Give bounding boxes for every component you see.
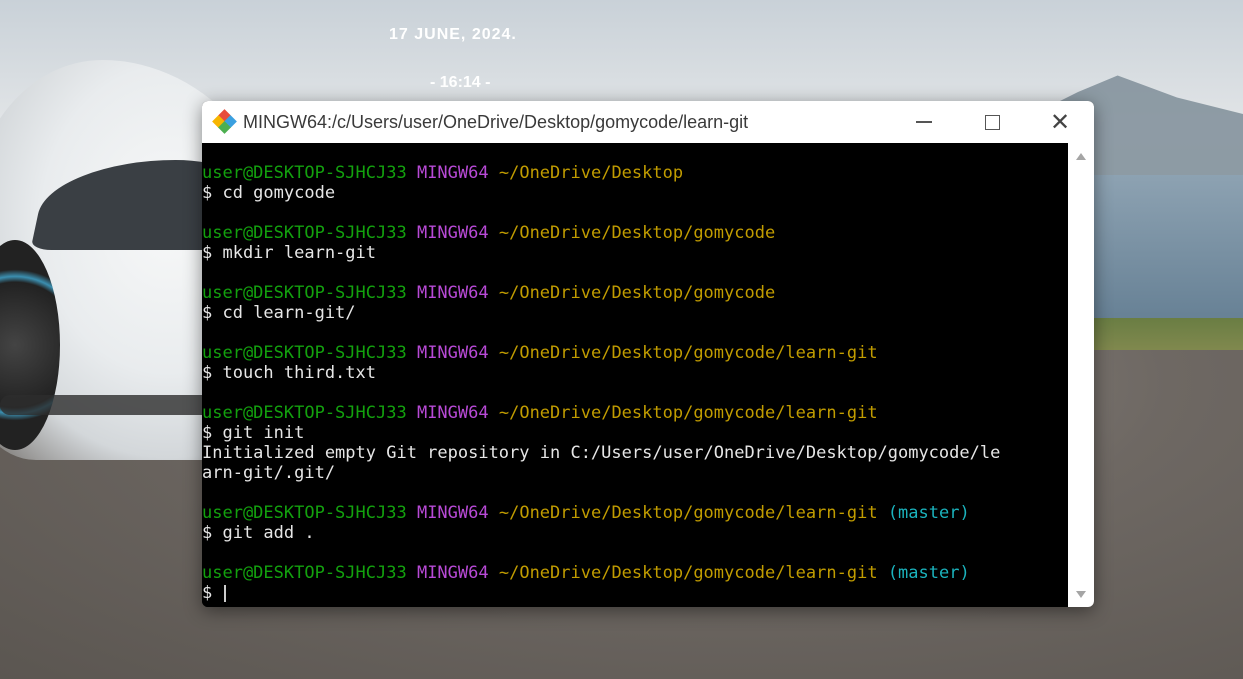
text-cursor bbox=[224, 584, 227, 602]
window-title: MINGW64:/c/Users/user/OneDrive/Desktop/g… bbox=[243, 111, 749, 132]
prompt-path: ~/OneDrive/Desktop/gomycode/learn-git bbox=[498, 563, 878, 583]
maximize-button[interactable] bbox=[958, 101, 1026, 143]
prompt-line: user@DESKTOP-SJHCJ33 MINGW64 ~/OneDrive/… bbox=[202, 503, 1068, 523]
command-text: $ mkdir learn-git bbox=[202, 243, 376, 263]
prompt-path: ~/OneDrive/Desktop/gomycode bbox=[498, 223, 776, 243]
prompt-line: user@DESKTOP-SJHCJ33 MINGW64 ~/OneDrive/… bbox=[202, 343, 1068, 363]
terminal-output[interactable]: user@DESKTOP-SJHCJ33 MINGW64 ~/OneDrive/… bbox=[202, 143, 1068, 607]
prompt-path: ~/OneDrive/Desktop/gomycode bbox=[498, 283, 776, 303]
command-line: $ git init bbox=[202, 423, 1068, 443]
command-line: $ git add . bbox=[202, 523, 1068, 543]
prompt-line: user@DESKTOP-SJHCJ33 MINGW64 ~/OneDrive/… bbox=[202, 403, 1068, 423]
command-text: $ bbox=[202, 583, 223, 603]
prompt-line: user@DESKTOP-SJHCJ33 MINGW64 ~/OneDrive/… bbox=[202, 563, 1068, 583]
prompt-shell: MINGW64 bbox=[416, 343, 489, 363]
prompt-path: ~/OneDrive/Desktop bbox=[498, 163, 684, 183]
prompt-user: user@DESKTOP-SJHCJ33 bbox=[202, 223, 407, 243]
scroll-down-arrow-icon[interactable] bbox=[1076, 591, 1086, 598]
command-line: $ bbox=[202, 583, 1068, 603]
output-line: Initialized empty Git repository in C:/U… bbox=[202, 443, 1001, 463]
prompt-branch: (master) bbox=[887, 503, 970, 523]
command-line: $ touch third.txt bbox=[202, 363, 1068, 383]
command-line: $ cd gomycode bbox=[202, 183, 1068, 203]
prompt-shell: MINGW64 bbox=[416, 163, 489, 183]
prompt-user: user@DESKTOP-SJHCJ33 bbox=[202, 403, 407, 423]
vertical-scrollbar[interactable] bbox=[1068, 143, 1094, 607]
minimize-icon bbox=[916, 121, 932, 123]
prompt-line: user@DESKTOP-SJHCJ33 MINGW64 ~/OneDrive/… bbox=[202, 163, 1068, 183]
prompt-line: user@DESKTOP-SJHCJ33 MINGW64 ~/OneDrive/… bbox=[202, 223, 1068, 243]
maximize-icon bbox=[984, 114, 1000, 130]
prompt-branch: (master) bbox=[887, 563, 970, 583]
output-line: arn-git/.git/ bbox=[202, 463, 336, 483]
scroll-up-arrow-icon[interactable] bbox=[1076, 153, 1086, 160]
prompt-shell: MINGW64 bbox=[416, 563, 489, 583]
command-text: $ cd gomycode bbox=[202, 183, 336, 203]
prompt-path: ~/OneDrive/Desktop/gomycode/learn-git bbox=[498, 403, 878, 423]
prompt-shell: MINGW64 bbox=[416, 283, 489, 303]
terminal-window[interactable]: MINGW64:/c/Users/user/OneDrive/Desktop/g… bbox=[202, 101, 1094, 607]
close-button[interactable]: ✕ bbox=[1026, 101, 1094, 143]
window-titlebar[interactable]: MINGW64:/c/Users/user/OneDrive/Desktop/g… bbox=[202, 101, 1094, 143]
prompt-user: user@DESKTOP-SJHCJ33 bbox=[202, 563, 407, 583]
desktop-date: 17 JUNE, 2024. bbox=[389, 26, 517, 43]
command-text: $ cd learn-git/ bbox=[202, 303, 356, 323]
prompt-shell: MINGW64 bbox=[416, 223, 489, 243]
prompt-user: user@DESKTOP-SJHCJ33 bbox=[202, 283, 407, 303]
command-text: $ git init bbox=[202, 423, 305, 443]
minimize-button[interactable] bbox=[890, 101, 958, 143]
command-text: $ touch third.txt bbox=[202, 363, 376, 383]
prompt-path: ~/OneDrive/Desktop/gomycode/learn-git bbox=[498, 503, 878, 523]
close-icon: ✕ bbox=[1049, 108, 1071, 136]
command-text: $ git add . bbox=[202, 523, 315, 543]
prompt-line: user@DESKTOP-SJHCJ33 MINGW64 ~/OneDrive/… bbox=[202, 283, 1068, 303]
prompt-shell: MINGW64 bbox=[416, 503, 489, 523]
prompt-user: user@DESKTOP-SJHCJ33 bbox=[202, 343, 407, 363]
prompt-user: user@DESKTOP-SJHCJ33 bbox=[202, 163, 407, 183]
git-diamond-icon bbox=[212, 109, 237, 134]
command-line: $ mkdir learn-git bbox=[202, 243, 1068, 263]
command-line: $ cd learn-git/ bbox=[202, 303, 1068, 323]
prompt-path: ~/OneDrive/Desktop/gomycode/learn-git bbox=[498, 343, 878, 363]
prompt-user: user@DESKTOP-SJHCJ33 bbox=[202, 503, 407, 523]
desktop-time: - 16:14 - bbox=[430, 74, 491, 91]
prompt-shell: MINGW64 bbox=[416, 403, 489, 423]
